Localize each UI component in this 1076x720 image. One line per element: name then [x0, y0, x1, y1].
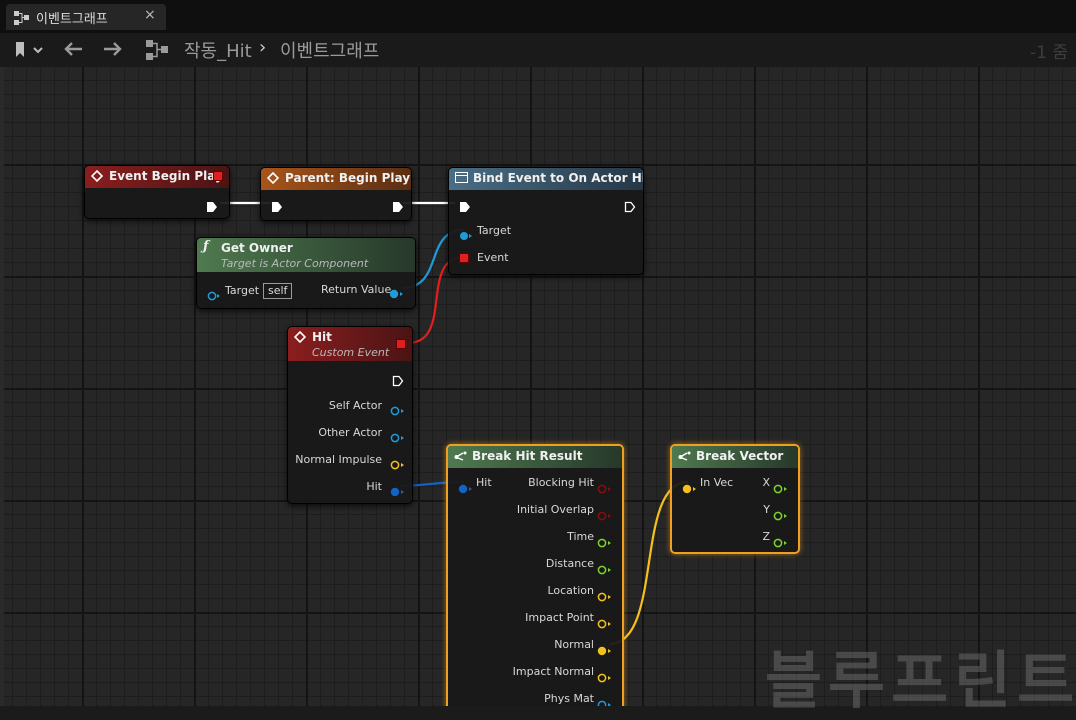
- tab-label: 이벤트그래프: [36, 12, 108, 27]
- pin-label: Impact Point: [525, 611, 594, 624]
- node-break-vector[interactable]: Break Vector In Vec X Y Z: [670, 444, 800, 554]
- tab-event-graph[interactable]: 이벤트그래프 ×: [6, 4, 166, 30]
- normal-impulse-pin[interactable]: [390, 455, 404, 474]
- forward-arrow-icon[interactable]: [102, 40, 124, 62]
- close-icon[interactable]: ×: [144, 7, 156, 23]
- pin-label: Z: [762, 530, 770, 543]
- phys-mat-pin[interactable]: [597, 695, 611, 706]
- node-title: Hit: [312, 330, 332, 344]
- pin-label: Normal: [554, 638, 594, 651]
- z-pin[interactable]: [773, 533, 787, 552]
- pin-label: Hit: [476, 476, 492, 489]
- time-pin[interactable]: [597, 533, 611, 552]
- node-title: Parent: Begin Play: [285, 171, 411, 185]
- pin-label: Hit: [366, 480, 382, 493]
- graph-canvas[interactable]: Event Begin Play Parent: Begin Play Bind…: [4, 67, 1076, 706]
- breadcrumb-blueprint[interactable]: 작동_Hit: [184, 37, 252, 63]
- impact-point-pin[interactable]: [597, 614, 611, 633]
- pin-label: Impact Normal: [512, 665, 594, 678]
- target-pin[interactable]: [459, 226, 472, 245]
- node-get-owner[interactable]: ƒ Get Owner Target is Actor Component Ta…: [196, 237, 416, 309]
- event-icon: [266, 171, 280, 187]
- initial-overlap-pin[interactable]: [597, 506, 611, 525]
- exec-in-pin[interactable]: [459, 198, 471, 217]
- return-value-pin[interactable]: [389, 284, 403, 303]
- self-default-field[interactable]: self: [263, 283, 293, 299]
- hit-pin[interactable]: [458, 479, 472, 498]
- bookmark-icon[interactable]: [14, 41, 44, 63]
- node-break-hit-result[interactable]: Break Hit Result Hit Blocking Hit Initia…: [446, 444, 624, 706]
- pin-label: Y: [763, 503, 770, 516]
- graph-icon: [146, 40, 170, 64]
- break-struct-icon: [454, 450, 468, 464]
- location-pin[interactable]: [597, 587, 611, 606]
- pin-label: Normal Impulse: [295, 453, 382, 466]
- pin-label: Target: [477, 224, 512, 237]
- distance-pin[interactable]: [597, 560, 611, 579]
- node-subtitle: Target is Actor Component: [221, 257, 369, 270]
- x-pin[interactable]: [773, 479, 787, 498]
- pin-label: Other Actor: [318, 426, 382, 439]
- break-struct-icon: [678, 450, 692, 464]
- in-vec-pin[interactable]: [682, 479, 696, 498]
- pin-label: Event: [477, 251, 509, 264]
- pin-label: Target: [225, 284, 260, 297]
- pin-label: Location: [547, 584, 594, 597]
- blocking-hit-pin[interactable]: [597, 479, 611, 498]
- event-icon: [293, 330, 307, 346]
- event-pin[interactable]: [459, 253, 469, 263]
- pin-label: X: [762, 476, 770, 489]
- node-bind-event[interactable]: Bind Event to On Actor Hit Target Event: [448, 167, 644, 275]
- pin-label: Initial Overlap: [516, 503, 594, 516]
- breadcrumb-separator: ›: [259, 37, 267, 58]
- graph-icon: [14, 10, 30, 29]
- node-hit-custom-event[interactable]: Hit Custom Event Self Actor Other Actor …: [287, 326, 413, 504]
- node-subtitle: Custom Event: [312, 346, 390, 359]
- pin-label: Phys Mat: [544, 692, 594, 705]
- node-title: Break Vector: [696, 449, 784, 463]
- exec-out-pin[interactable]: [206, 198, 218, 217]
- y-pin[interactable]: [773, 506, 787, 525]
- exec-out-pin[interactable]: [624, 198, 636, 217]
- function-f-icon: ƒ: [203, 239, 209, 254]
- other-actor-pin[interactable]: [390, 428, 404, 447]
- exec-out-pin[interactable]: [392, 372, 404, 391]
- node-title: Bind Event to On Actor Hit: [473, 171, 644, 185]
- event-icon: [90, 169, 104, 185]
- pin-label: Return Value: [321, 283, 392, 296]
- function-icon: [455, 172, 468, 186]
- hit-pin[interactable]: [390, 482, 404, 501]
- node-title: Event Begin Play: [109, 169, 223, 183]
- delegate-pin[interactable]: [213, 171, 223, 181]
- breadcrumb-current: 이벤트그래프: [280, 41, 380, 62]
- pin-label: Time: [567, 530, 594, 543]
- self-actor-pin[interactable]: [390, 401, 404, 420]
- delegate-pin[interactable]: [396, 339, 406, 349]
- zoom-level: -1 줌: [1030, 43, 1068, 63]
- node-title: Break Hit Result: [472, 449, 583, 463]
- tab-bar: 이벤트그래프 ×: [0, 0, 1076, 33]
- graph-toolbar: 작동_Hit › 이벤트그래프 -1 줌: [0, 33, 1076, 68]
- node-parent-begin-play[interactable]: Parent: Begin Play: [260, 167, 412, 221]
- pin-label: Blocking Hit: [528, 476, 594, 489]
- node-event-begin-play[interactable]: Event Begin Play: [84, 165, 230, 219]
- exec-out-pin[interactable]: [392, 198, 404, 217]
- watermark-text: 블루프린트: [765, 644, 1076, 717]
- pin-label: Self Actor: [328, 399, 382, 412]
- node-title: Get Owner: [221, 241, 293, 255]
- target-pin[interactable]: [207, 286, 220, 305]
- pin-label: In Vec: [700, 476, 734, 489]
- back-arrow-icon[interactable]: [62, 40, 84, 62]
- pin-label: Distance: [545, 557, 594, 570]
- normal-pin[interactable]: [597, 641, 611, 660]
- impact-normal-pin[interactable]: [597, 668, 611, 687]
- exec-in-pin[interactable]: [271, 198, 283, 217]
